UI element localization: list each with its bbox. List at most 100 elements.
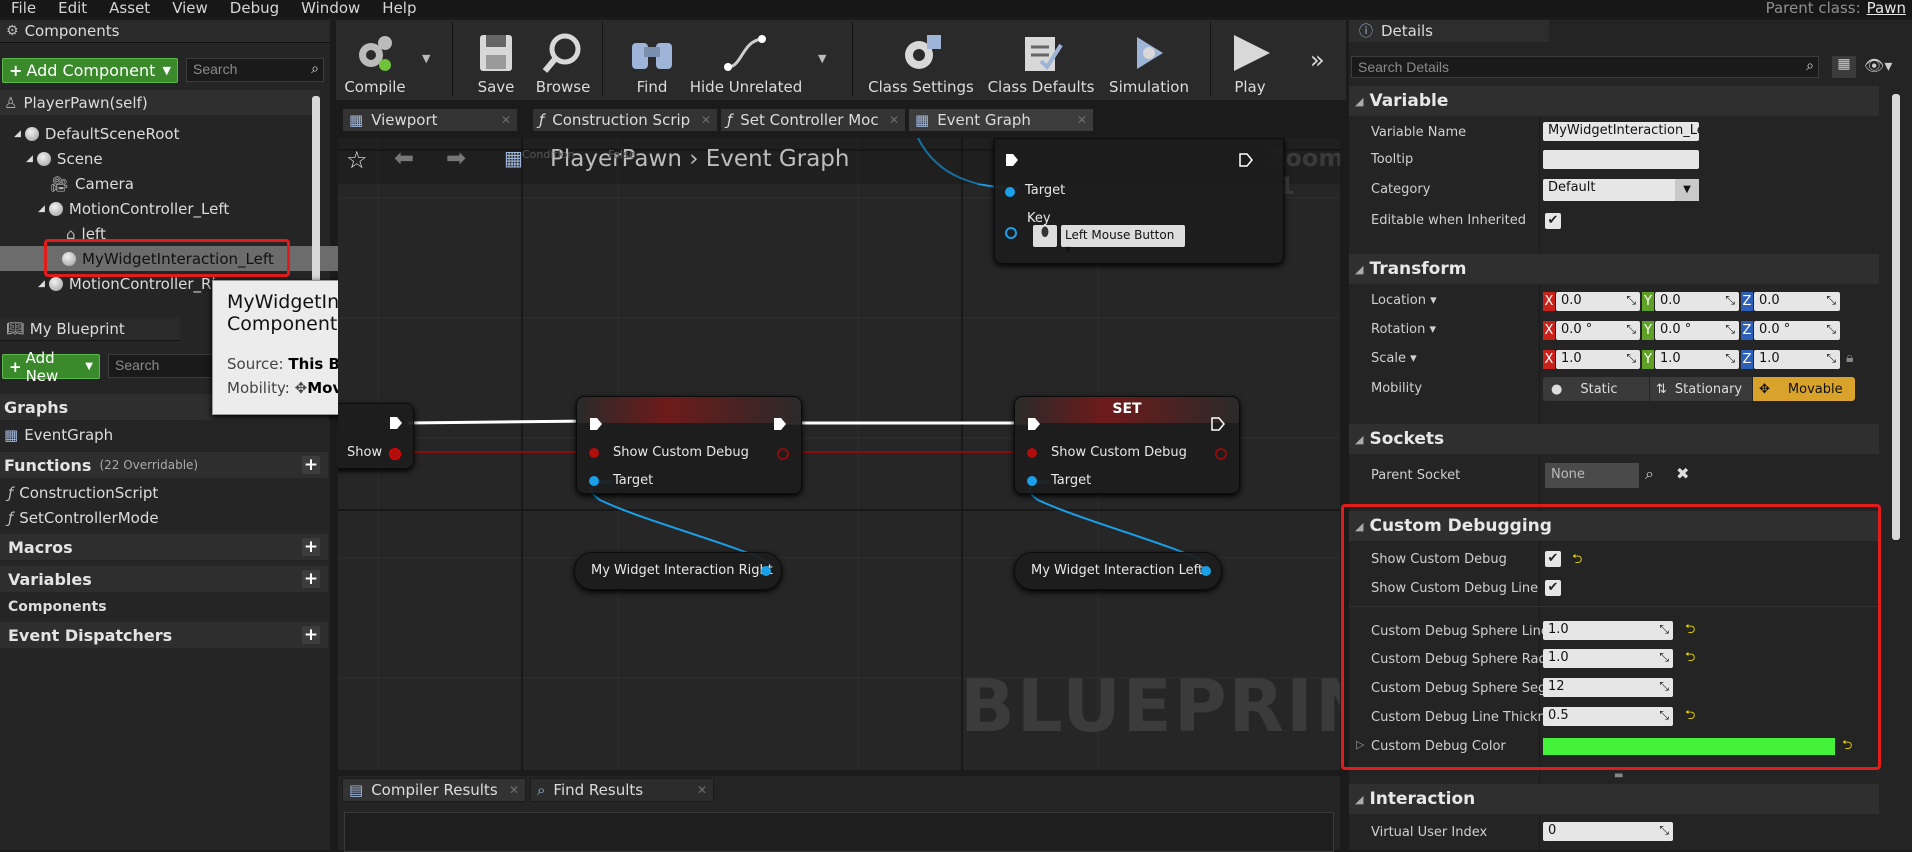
var-output-pin[interactable] — [1201, 566, 1211, 576]
var-output-pin[interactable] — [761, 566, 771, 576]
myblueprint-search-input[interactable]: Search — [108, 354, 218, 378]
more-icon[interactable]: » — [1310, 46, 1325, 74]
eye-icon[interactable]: 👁︎▾ — [1864, 56, 1892, 75]
target-pin[interactable] — [1005, 187, 1015, 197]
set-node-left[interactable]: SET Show Custom Debug Target — [1014, 396, 1240, 494]
mobility-stationary-button[interactable]: ⇅ Stationary — [1650, 377, 1752, 401]
source-node[interactable]: Show — [338, 403, 414, 469]
tab-set-controller-mode[interactable]: ƒ Set Controller Moc ✕ — [720, 108, 906, 132]
splitter-handle-icon[interactable]: ▬ — [1614, 770, 1623, 781]
class-settings-button[interactable]: Class Settings — [866, 20, 976, 96]
play-button[interactable]: Play — [1220, 20, 1280, 96]
clear-icon[interactable]: ✖ — [1676, 464, 1689, 483]
parent-socket-field[interactable]: None — [1545, 463, 1639, 488]
mobility-movable-button[interactable]: ✥ Movable — [1753, 377, 1855, 401]
tree-root[interactable]: ♙ PlayerPawn(self) — [0, 90, 320, 115]
key-pin[interactable] — [1005, 227, 1017, 239]
add-component-button[interactable]: + Add Component ▼ — [2, 58, 178, 83]
set-node-right[interactable]: Show Custom Debug Target — [576, 396, 802, 494]
add-dispatcher-button[interactable]: + — [302, 626, 320, 644]
menu-window[interactable]: Window — [290, 0, 371, 17]
target-pin[interactable] — [589, 476, 599, 486]
bool-pin[interactable] — [389, 448, 401, 460]
add-function-button[interactable]: + — [302, 456, 320, 474]
simulation-button[interactable]: Simulation — [1104, 20, 1194, 96]
hide-unrelated-button[interactable]: Hide Unrelated — [688, 20, 804, 96]
hide-options-icon[interactable]: ▼ — [818, 52, 826, 65]
rotation-label[interactable]: Rotation ▾ — [1371, 322, 1436, 337]
details-tab[interactable]: ⓘ Details — [1349, 20, 1549, 42]
search-icon[interactable]: ⌕ — [1645, 464, 1654, 484]
forward-arrow-icon[interactable]: ➡ — [446, 144, 466, 172]
exec-pin-icon[interactable] — [1239, 153, 1253, 167]
tree-item-defaultsceneroot[interactable]: ◢ DefaultSceneRoot — [0, 121, 334, 146]
transform-section-header[interactable]: ◢ Transform — [1349, 254, 1879, 284]
interaction-section-header[interactable]: ◢ Interaction — [1349, 784, 1879, 814]
output-pin[interactable] — [777, 448, 789, 460]
macros-header[interactable]: Macros + — [0, 534, 328, 560]
output-pin[interactable] — [1215, 448, 1227, 460]
details-search-input[interactable]: Search Details ⌕ — [1351, 56, 1819, 78]
browse-button[interactable]: Browse — [532, 20, 594, 96]
lock-icon[interactable]: 🔒︎ — [1846, 350, 1853, 366]
compile-button[interactable]: Compile — [340, 20, 410, 96]
close-icon[interactable]: ✕ — [501, 113, 511, 127]
dispatchers-header[interactable]: Event Dispatchers + — [0, 622, 328, 648]
input-key-node[interactable]: Target Key ⬮ Left Mouse Button ▾ — [994, 138, 1284, 264]
function-item-setcontrollermode[interactable]: ƒ SetControllerMode — [0, 505, 328, 530]
menu-help[interactable]: Help — [371, 0, 427, 17]
rotation-y-field[interactable]: 0.0 ° ⤡ — [1655, 321, 1739, 340]
var-node-right[interactable]: My Widget Interaction Right — [574, 552, 782, 590]
tab-compiler-results[interactable]: ▤ Compiler Results ✕ — [342, 778, 526, 802]
key-select[interactable]: Left Mouse Button ▾ — [1061, 225, 1185, 256]
tab-event-graph[interactable]: ▦ Event Graph ✕ — [908, 108, 1094, 132]
exec-pin-icon[interactable] — [773, 417, 787, 431]
details-scrollbar[interactable] — [1892, 94, 1900, 540]
tab-construction[interactable]: ƒ Construction Scrip ✕ — [532, 108, 718, 132]
menu-asset[interactable]: Asset — [98, 0, 161, 17]
variable-name-field[interactable]: MyWidgetInteraction_Left — [1543, 122, 1699, 141]
property-matrix-icon[interactable]: ▦ — [1832, 56, 1856, 78]
target-pin[interactable] — [1027, 476, 1037, 486]
tree-item-scene[interactable]: ◢ Scene — [0, 146, 346, 171]
back-arrow-icon[interactable]: ⬅ — [394, 144, 414, 172]
variables-components-category[interactable]: Components — [0, 594, 328, 619]
virtual-user-index-field[interactable]: 0 ⤡ — [1543, 822, 1673, 841]
mobility-static-button[interactable]: ● Static — [1543, 377, 1649, 401]
sockets-section-header[interactable]: ◢ Sockets — [1349, 424, 1879, 454]
var-node-left[interactable]: My Widget Interaction Left — [1014, 552, 1222, 590]
add-variable-button[interactable]: + — [302, 570, 320, 588]
add-new-button[interactable]: + Add New ▼ — [2, 349, 100, 385]
variable-section-header[interactable]: ◢ Variable — [1349, 86, 1879, 116]
parent-class-link[interactable]: Pawn — [1867, 0, 1906, 17]
functions-header[interactable]: Functions (22 Overridable) + — [0, 452, 328, 478]
location-z-field[interactable]: 0.0 ⤡ — [1754, 292, 1840, 311]
close-icon[interactable]: ✕ — [509, 783, 519, 797]
exec-pin-icon[interactable] — [1211, 417, 1225, 431]
tree-item-motioncontroller-left[interactable]: ◢ MotionController_Left — [0, 196, 358, 221]
exec-pin-icon[interactable] — [389, 416, 403, 430]
graph-canvas[interactable]: ☆ ⬅ ➡ ▦ PlayerPawn › Event Graph Zoom -1… — [338, 138, 1340, 770]
components-tab[interactable]: ⚙ Components — [0, 20, 330, 43]
rotation-z-field[interactable]: 0.0 ° ⤡ — [1754, 321, 1840, 340]
close-icon[interactable]: ✕ — [697, 783, 707, 797]
find-button[interactable]: Find — [618, 20, 686, 96]
tab-find-results[interactable]: ⌕ Find Results ✕ — [530, 778, 714, 802]
exec-pin-icon[interactable] — [589, 417, 603, 431]
exec-pin-icon[interactable] — [1005, 153, 1019, 167]
rotation-x-field[interactable]: 0.0 ° ⤡ — [1556, 321, 1640, 340]
location-y-field[interactable]: 0.0 ⤡ — [1655, 292, 1739, 311]
tooltip-field[interactable] — [1543, 150, 1699, 169]
location-label[interactable]: Location ▾ — [1371, 293, 1437, 308]
close-icon[interactable]: ✕ — [889, 113, 899, 127]
components-scrollbar[interactable] — [312, 96, 320, 296]
location-x-field[interactable]: 0.0 ⤡ — [1556, 292, 1640, 311]
show-custom-debug-pin[interactable] — [589, 448, 599, 458]
category-select[interactable]: Default ▼ — [1543, 179, 1699, 201]
graph-item-eventgraph[interactable]: ▦ EventGraph — [0, 422, 324, 447]
save-button[interactable]: Save — [466, 20, 526, 96]
myblueprint-tab[interactable]: 📖︎ My Blueprint — [0, 318, 180, 341]
class-defaults-button[interactable]: Class Defaults — [986, 20, 1096, 96]
scale-z-field[interactable]: 1.0 ⤡ — [1754, 350, 1840, 369]
scale-label[interactable]: Scale ▾ — [1371, 351, 1417, 366]
